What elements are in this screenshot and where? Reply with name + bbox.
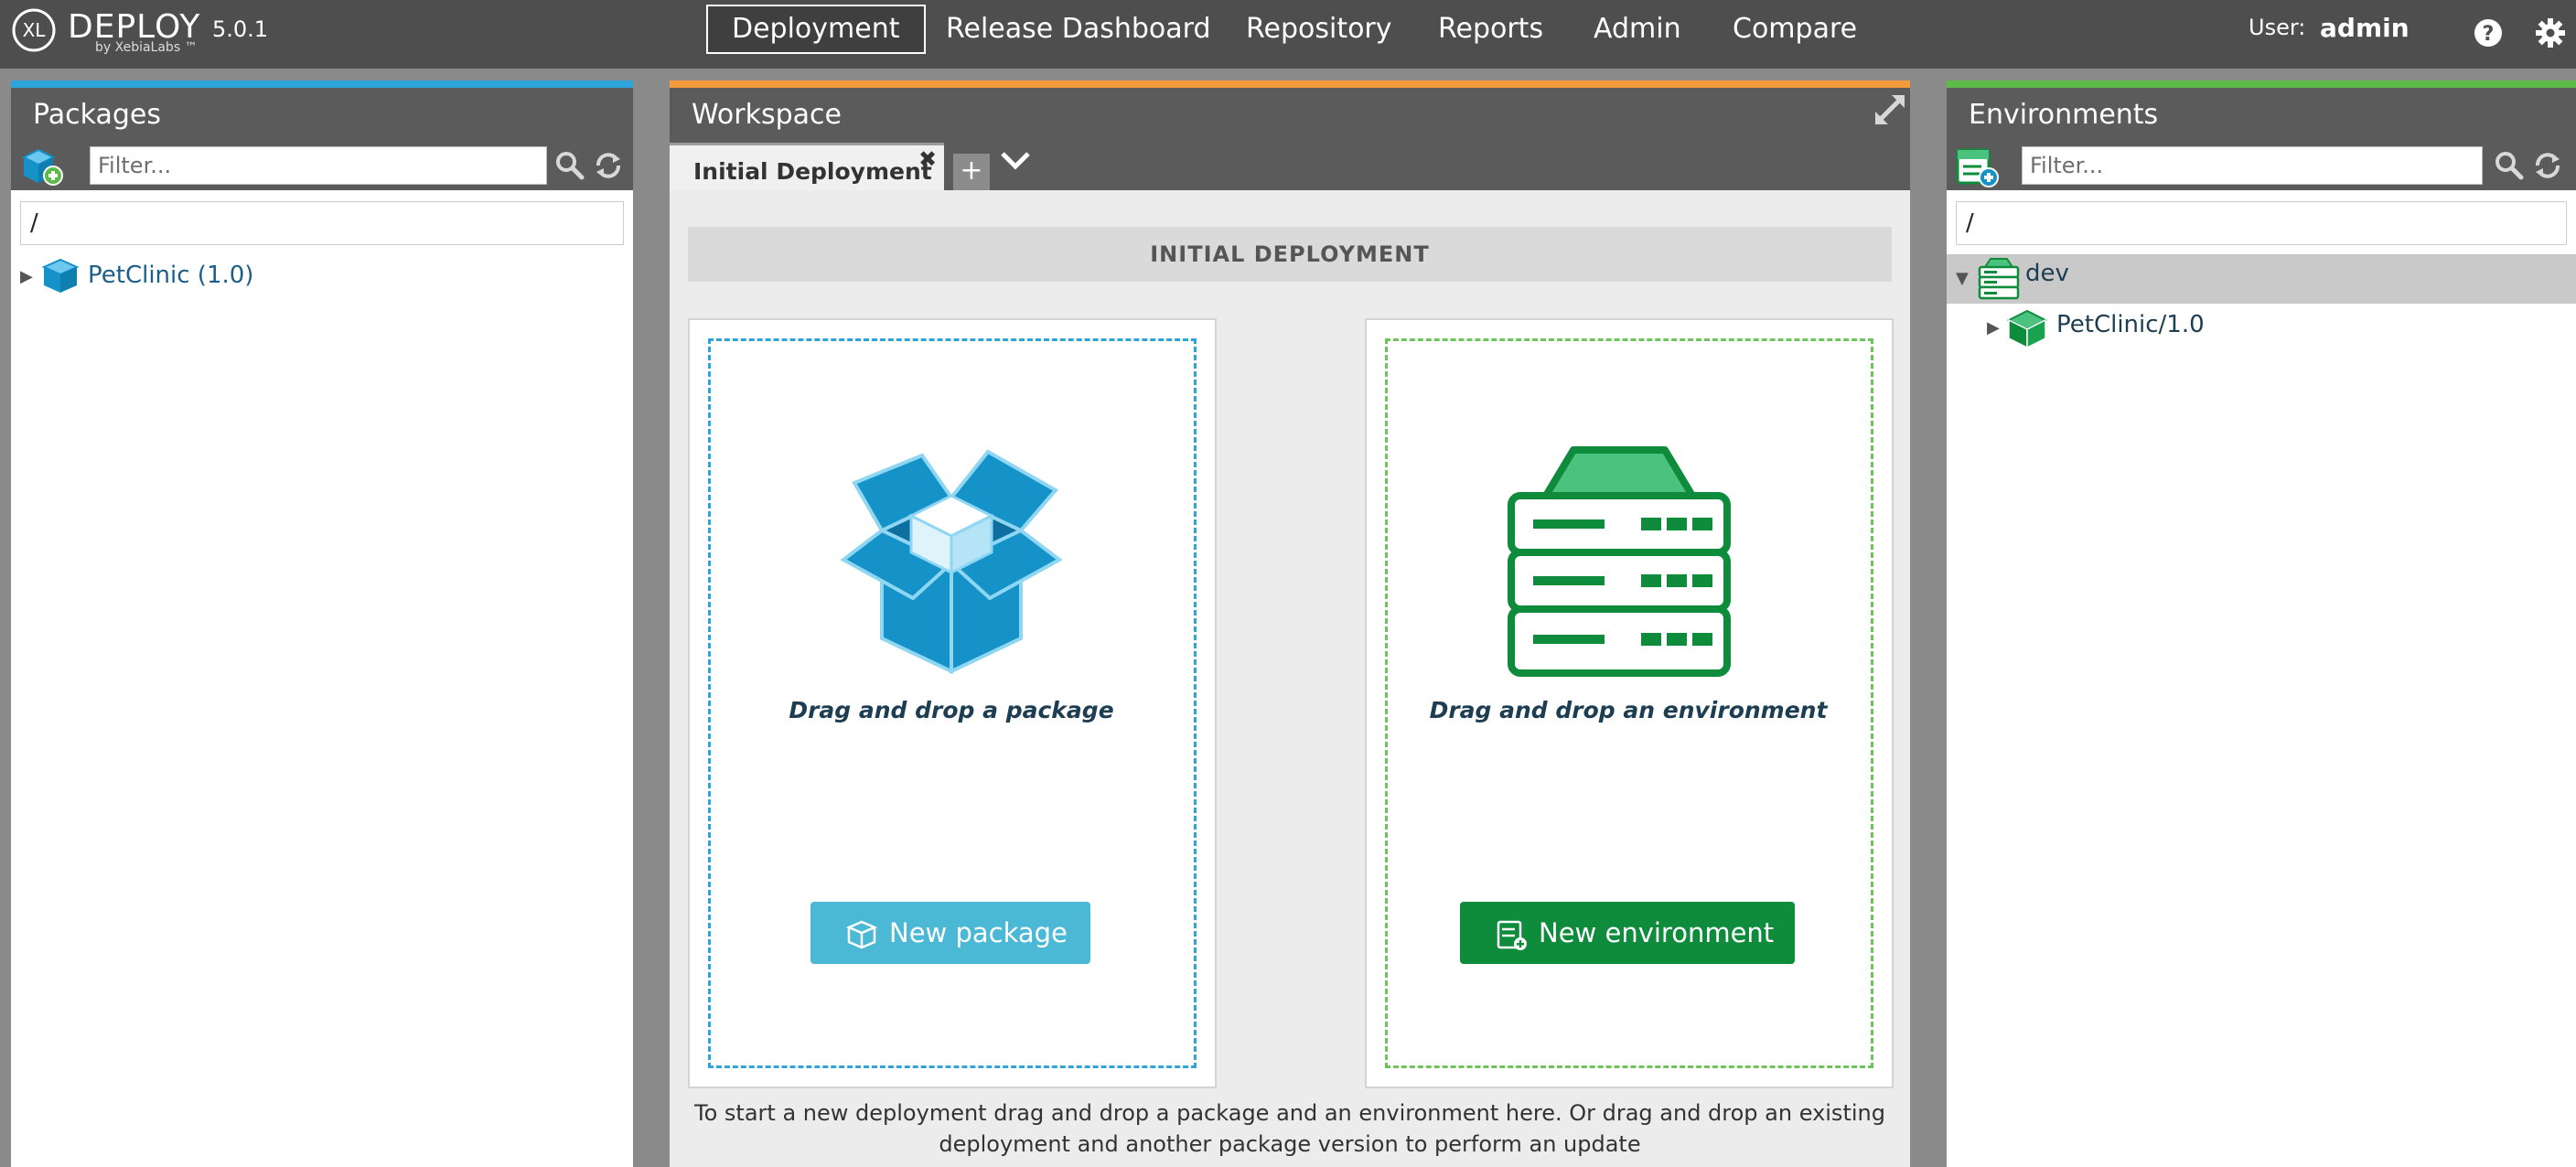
xl-logo-icon[interactable]: XL	[11, 7, 57, 53]
environments-filter-input[interactable]	[2022, 146, 2483, 185]
packages-panel: Packages / ▶ PetClinic (1.0)	[11, 80, 633, 1167]
deployed-application-icon	[2006, 309, 2048, 349]
environment-icon	[1978, 258, 2020, 300]
refresh-icon[interactable]	[2532, 150, 2563, 181]
chevron-down-icon[interactable]	[997, 145, 1034, 177]
package-box-icon	[845, 920, 878, 949]
environment-tree-label[interactable]: PetClinic/1.0	[2056, 311, 2205, 338]
environments-title: Environments	[1969, 99, 2159, 131]
add-tab-button[interactable]: +	[953, 154, 990, 190]
nav-admin[interactable]: Admin	[1570, 5, 1705, 54]
add-environment-icon[interactable]	[1954, 145, 2000, 188]
new-package-label: New package	[889, 917, 1068, 948]
version-label: 5.0.1	[212, 16, 269, 42]
tab-label: Initial Deployment	[693, 158, 932, 185]
package-box-icon	[840, 449, 1063, 675]
logo-subtitle: by XebiaLabs ™	[95, 40, 198, 55]
packages-filter-input[interactable]	[90, 146, 547, 185]
server-stack-icon	[1508, 446, 1731, 677]
environment-drop-text: Drag and drop an environment	[1429, 697, 1828, 723]
nav-deployment[interactable]: Deployment	[706, 5, 926, 54]
workspace-title: Workspace	[692, 99, 842, 131]
workspace-help-text: To start a new deployment drag and drop …	[688, 1097, 1892, 1160]
tab-initial-deployment[interactable]: Initial Deployment	[670, 143, 944, 192]
package-tree-item[interactable]: ▶ PetClinic (1.0)	[11, 254, 633, 300]
packages-path-field[interactable]: /	[20, 201, 624, 245]
environments-accent-stripe	[1947, 80, 2576, 88]
close-tab-icon[interactable]: ✖	[918, 146, 937, 172]
nav-reports[interactable]: Reports	[1414, 5, 1567, 54]
package-box-icon	[41, 258, 80, 293]
packages-panel-header: Packages	[11, 80, 633, 190]
search-icon[interactable]	[2494, 150, 2525, 181]
top-navigation-bar: XL DEPLOY by XebiaLabs ™ 5.0.1 Deploymen…	[0, 0, 2576, 69]
nav-release-dashboard[interactable]: Release Dashboard	[922, 5, 1235, 54]
packages-title: Packages	[33, 99, 161, 131]
environment-tree-item-petclinic[interactable]: ▶ PetClinic/1.0	[1947, 305, 2576, 351]
environment-tree-item-dev[interactable]: ▼ dev	[1947, 254, 2576, 304]
user-name[interactable]: admin	[2320, 13, 2410, 43]
svg-text:?: ?	[2483, 23, 2495, 46]
add-package-icon[interactable]	[18, 145, 64, 187]
packages-accent-stripe	[11, 80, 633, 88]
collapse-arrow-icon[interactable]: ▼	[1956, 269, 1969, 288]
environments-panel: Environments / ▼ dev	[1947, 80, 2576, 1167]
workspace-section-header: INITIAL DEPLOYMENT	[688, 227, 1892, 282]
nav-compare[interactable]: Compare	[1709, 5, 1881, 54]
help-text-line-1: To start a new deployment drag and drop …	[694, 1100, 1885, 1126]
new-package-button[interactable]: New package	[810, 902, 1090, 964]
new-environment-button[interactable]: New environment	[1460, 902, 1795, 964]
nav-repository[interactable]: Repository	[1222, 5, 1416, 54]
environments-path-field[interactable]: /	[1956, 201, 2567, 245]
new-environment-label: New environment	[1539, 917, 1775, 948]
expand-arrow-icon[interactable]: ▶	[20, 267, 33, 286]
expand-icon[interactable]	[1872, 91, 1908, 128]
environment-tree-label[interactable]: dev	[2025, 260, 2069, 287]
workspace-accent-stripe	[670, 80, 1910, 88]
user-label: User:	[2249, 15, 2306, 40]
package-drop-text: Drag and drop a package	[789, 697, 1114, 723]
svg-text:XL: XL	[23, 19, 47, 41]
environments-panel-header: Environments	[1947, 80, 2576, 190]
expand-arrow-icon[interactable]: ▶	[1987, 318, 2000, 337]
help-text-line-2: deployment and another package version t…	[939, 1131, 1641, 1157]
question-icon[interactable]: ?	[2474, 18, 2503, 48]
server-stack-icon	[1497, 920, 1527, 950]
package-tree-label[interactable]: PetClinic (1.0)	[88, 262, 253, 289]
refresh-icon[interactable]	[593, 150, 624, 181]
search-icon[interactable]	[554, 150, 585, 181]
gear-icon[interactable]	[2534, 16, 2567, 49]
